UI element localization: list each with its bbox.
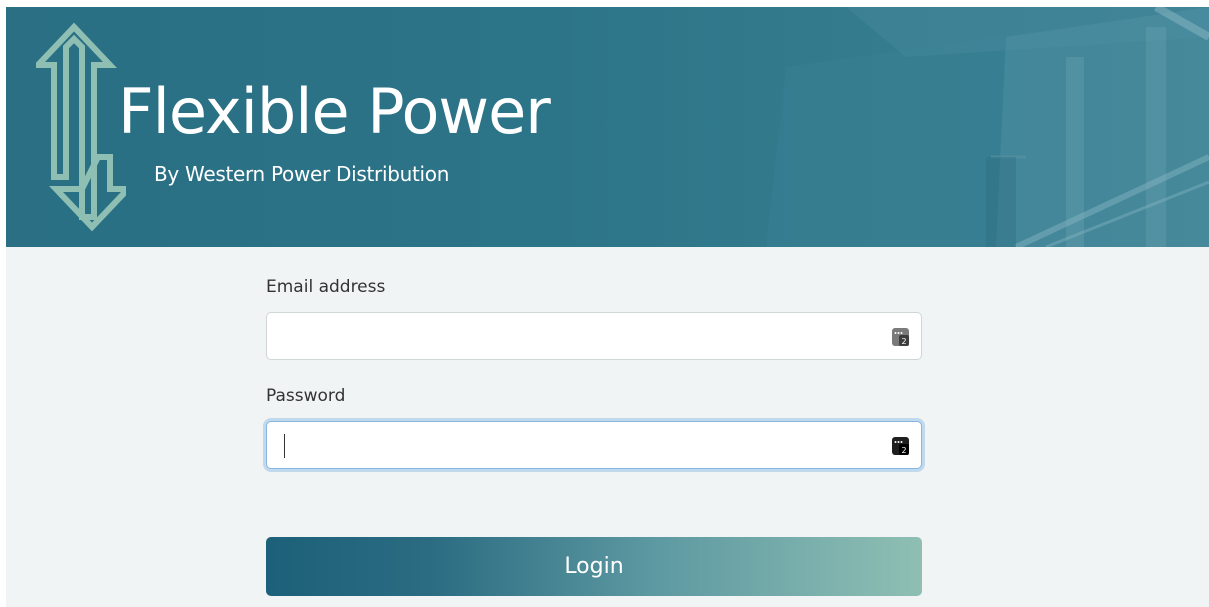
login-page: Flexible Power By Western Power Distribu… xyxy=(6,7,1209,607)
login-form: Email address 2 Password 2 xyxy=(266,277,922,495)
email-label: Email address xyxy=(266,277,386,297)
login-button[interactable]: Login xyxy=(266,537,922,596)
password-field-container: 2 xyxy=(266,421,922,469)
header-banner: Flexible Power By Western Power Distribu… xyxy=(6,7,1209,247)
svg-text:2: 2 xyxy=(901,337,906,346)
password-manager-key-icon[interactable]: 2 xyxy=(892,437,909,455)
svg-text:2: 2 xyxy=(901,446,906,455)
brand-title: Flexible Power xyxy=(118,75,551,148)
text-caret xyxy=(284,434,285,458)
email-field-container: 2 xyxy=(266,312,922,360)
email-field[interactable] xyxy=(267,313,921,359)
brand-subtitle: By Western Power Distribution xyxy=(154,162,450,186)
password-label: Password xyxy=(266,386,346,406)
password-field[interactable] xyxy=(267,422,921,468)
password-manager-key-icon[interactable]: 2 xyxy=(892,328,909,346)
up-down-arrows-icon xyxy=(36,22,126,232)
